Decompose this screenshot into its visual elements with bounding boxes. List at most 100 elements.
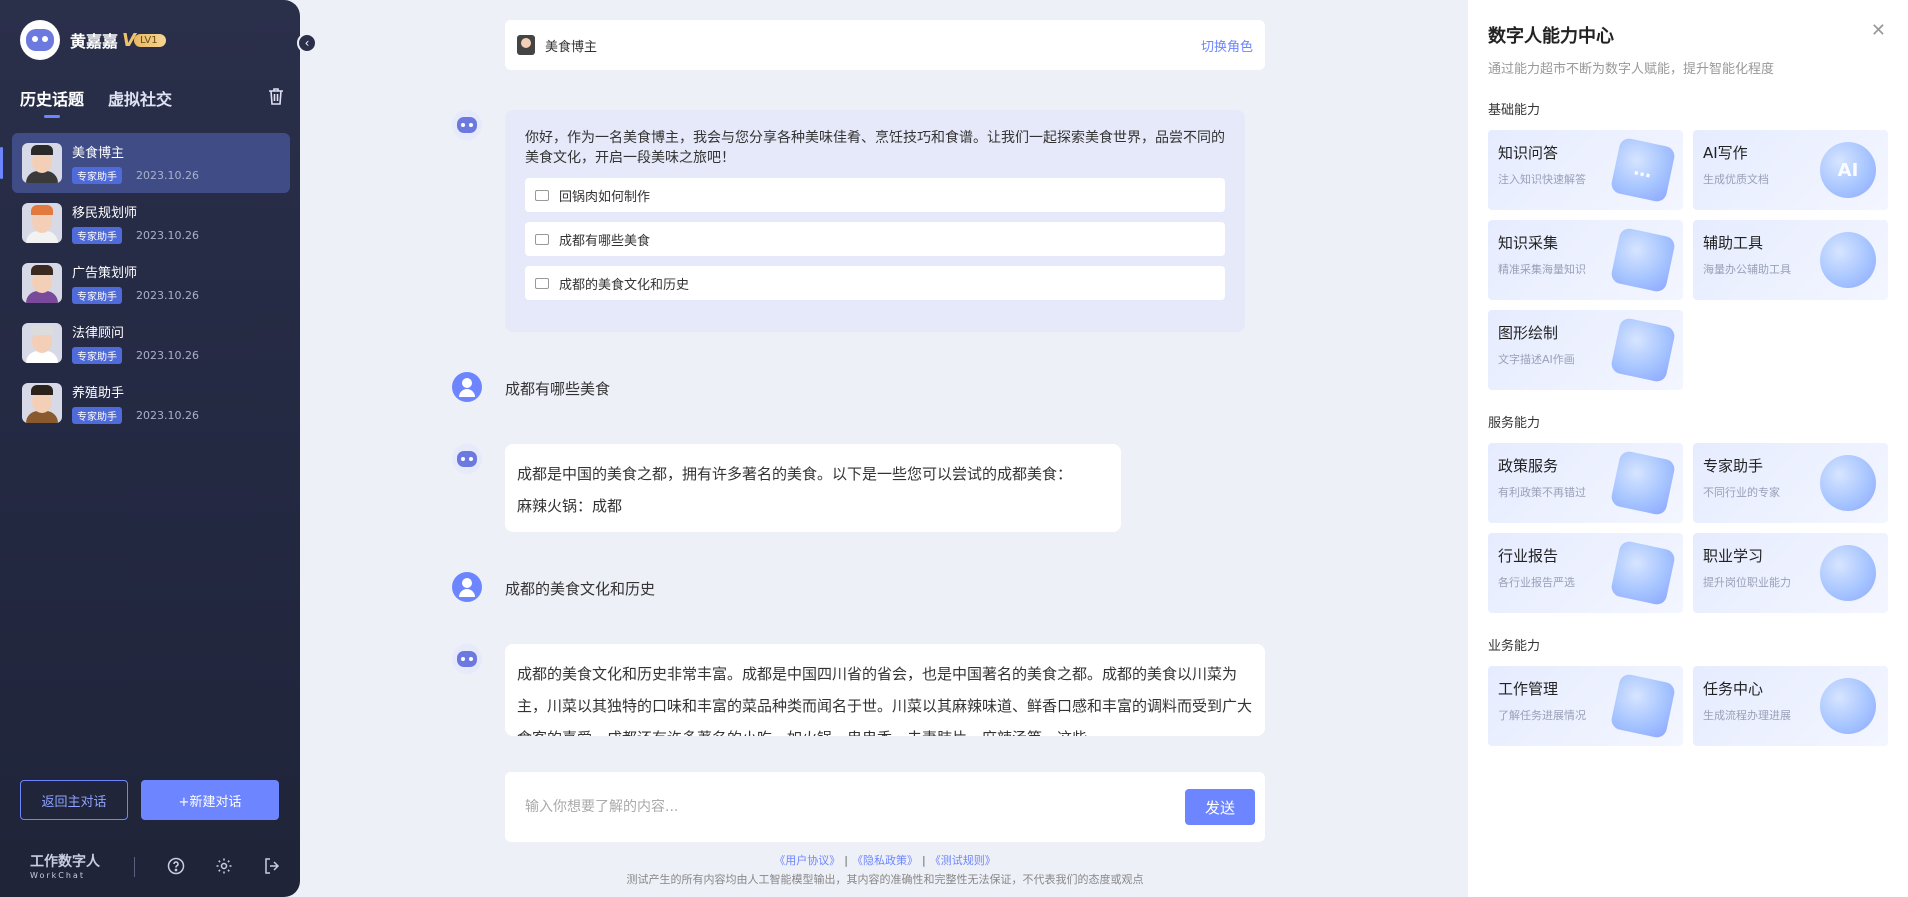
history-date: 2023.10.26 (136, 289, 199, 302)
trash-icon[interactable] (268, 87, 284, 105)
greeting-text: 你好，作为一名美食博主，我会与您分享各种美味佳肴、烹饪技巧和食谱。让我们一起探索… (525, 130, 1225, 166)
footer-divider (134, 857, 135, 877)
policy-links: 《用户协议》 | 《隐私政策》 | 《测试规则》 (774, 854, 996, 867)
capability-card[interactable]: 专家助手 不同行业的专家 (1693, 443, 1888, 523)
avatar (22, 143, 62, 183)
suggestion-label: 成都的美食文化和历史 (559, 277, 690, 293)
bot-avatar (452, 444, 482, 474)
avatar (22, 263, 62, 303)
chat-input[interactable] (525, 799, 1185, 815)
capability-grid: 政策服务 有利政策不再错过 专家助手 不同行业的专家 行业报告 各行业报告严选 职业学习 提升… (1488, 443, 1888, 613)
brand-name: 工作数字人 (30, 854, 100, 870)
bot-avatar (452, 644, 482, 674)
capability-illustration-icon (1820, 545, 1876, 601)
privacy-policy-link[interactable]: 《隐私政策》 (852, 854, 918, 867)
user-message: 成都有哪些美食 (505, 380, 611, 398)
chat-header: 美食博主 切换角色 (505, 20, 1265, 70)
gear-icon[interactable] (215, 857, 233, 875)
greeting-card: 你好，作为一名美食博主，我会与您分享各种美味佳肴、烹饪技巧和食谱。让我们一起探索… (505, 110, 1245, 332)
capability-illustration-icon (1609, 449, 1677, 517)
section-title: 基础能力 (1488, 103, 1541, 118)
logout-icon[interactable] (263, 857, 281, 875)
suggestion-item[interactable]: 成都有哪些美食 (525, 222, 1225, 256)
history-item[interactable]: 美食博主 专家助手 2023.10.26 (0, 133, 290, 193)
capability-illustration-icon (1609, 672, 1677, 740)
capability-card[interactable]: 工作管理 了解任务进展情况 (1488, 666, 1683, 746)
switch-role-link[interactable]: 切换角色 (1201, 36, 1253, 55)
user-avatar (452, 372, 482, 402)
capability-illustration-icon (1609, 226, 1677, 294)
expert-badge: 专家助手 (72, 167, 122, 184)
suggestion-label: 回锅肉如何制作 (559, 189, 651, 205)
robot-icon (457, 451, 477, 467)
history-date: 2023.10.26 (136, 349, 199, 362)
suggestion-label: 成都有哪些美食 (559, 233, 651, 249)
capability-card[interactable]: 知识问答 注入知识快速解答… (1488, 130, 1683, 210)
capability-card[interactable]: 图形绘制 文字描述AI作画 (1488, 310, 1683, 390)
close-icon[interactable]: ✕ (1871, 20, 1886, 41)
brand-logo: 工作数字人 WorkChat (30, 855, 100, 880)
capability-illustration-icon (1820, 678, 1876, 734)
capability-card[interactable]: 知识采集 精准采集海量知识 (1488, 220, 1683, 300)
user-profile[interactable]: 黄嘉嘉 V LV1 (20, 20, 166, 60)
user-message: 成都的美食文化和历史 (505, 580, 656, 598)
current-role: 美食博主 (545, 39, 598, 55)
collapse-sidebar-button[interactable]: ‹ (297, 33, 317, 53)
bot-message: 成都是中国的美食之都，拥有许多著名的美食。以下是一些您可以尝试的成都美食： 麻辣… (505, 444, 1121, 532)
test-rules-link[interactable]: 《测试规则》 (930, 854, 996, 867)
history-title: 养殖助手 (72, 386, 125, 401)
capability-illustration-icon: … (1609, 136, 1677, 204)
user-agreement-link[interactable]: 《用户协议》 (774, 854, 840, 867)
chat-bubble-icon (535, 277, 549, 289)
section-title: 业务能力 (1488, 639, 1541, 654)
history-title: 广告策划师 (72, 266, 138, 281)
disclaimer: 测试产生的所有内容均由人工智能模型输出，其内容的准确性和完整性无法保证，不代表我… (626, 873, 1144, 886)
chat-bubble-icon (535, 189, 549, 201)
bot-avatar (452, 110, 482, 140)
history-date: 2023.10.26 (136, 229, 199, 242)
expert-badge: 专家助手 (72, 287, 122, 304)
bot-message: 成都的美食文化和历史非常丰富。成都是中国四川省的省会，也是中国著名的美食之都。成… (505, 644, 1265, 736)
expert-badge: 专家助手 (72, 407, 122, 424)
sidebar-tabs: 历史话题 虚拟社交 (20, 86, 196, 118)
capability-card[interactable]: 职业学习 提升岗位职业能力 (1693, 533, 1888, 613)
history-title: 移民规划师 (72, 206, 138, 221)
avatar (22, 203, 62, 243)
capability-illustration-icon (1820, 232, 1876, 288)
history-item[interactable]: 移民规划师专家助手 2023.10.26 (12, 193, 290, 253)
capability-grid: 工作管理 了解任务进展情况 任务中心 生成流程办理进展 (1488, 666, 1888, 746)
tab-history[interactable]: 历史话题 (20, 86, 84, 118)
history-item[interactable]: 广告策划师专家助手 2023.10.26 (12, 253, 290, 313)
history-item[interactable]: 养殖助手 专家助手 2023.10.26 (12, 373, 290, 433)
capability-card[interactable]: 任务中心 生成流程办理进展 (1693, 666, 1888, 746)
capability-card[interactable]: 行业报告 各行业报告严选 (1488, 533, 1683, 613)
tab-virtual-social[interactable]: 虚拟社交 (108, 86, 172, 118)
chat-bubble-icon (535, 233, 549, 245)
new-chat-button[interactable]: +新建对话 (141, 780, 279, 820)
capability-card[interactable]: AI写作 生成优质文档 AI (1693, 130, 1888, 210)
history-item[interactable]: 法律顾问专家助手 2023.10.26 (12, 313, 290, 373)
capability-panel: 数字人能力中心 通过能力超市不断为数字人赋能，提升智能化程度 ✕ 基础能力 知识问… (1468, 0, 1908, 897)
capability-grid: 知识问答 注入知识快速解答… AI写作 生成优质文档 AI 知识采集 精准采集海量知识 辅助工… (1488, 130, 1888, 390)
suggestion-item[interactable]: 回锅肉如何制作 (525, 178, 1225, 212)
help-icon[interactable] (167, 857, 185, 875)
user-avatar (452, 572, 482, 602)
history-title: 法律顾问 (72, 326, 125, 341)
avatar (20, 20, 60, 60)
history-list: 美食博主 专家助手 2023.10.26 移民规划师 专家助手 2023.10.26 广告策… (0, 133, 290, 433)
expert-badge: 专家助手 (72, 227, 122, 244)
expert-badge: 专家助手 (72, 347, 122, 364)
avatar (22, 383, 62, 423)
user-name: 黄嘉嘉 (70, 32, 119, 51)
avatar (22, 323, 62, 363)
panel-title: 数字人能力中心 (1488, 26, 1614, 47)
capability-card[interactable]: 辅助工具 海量办公辅助工具 (1693, 220, 1888, 300)
capability-card[interactable]: 政策服务 有利政策不再错过 (1488, 443, 1683, 523)
chevron-left-icon: ‹ (304, 36, 310, 50)
history-date: 2023.10.26 (136, 169, 199, 182)
brand-sub: WorkChat (30, 871, 85, 880)
suggestion-item[interactable]: 成都的美食文化和历史 (525, 266, 1225, 300)
send-button[interactable]: 发送 (1185, 789, 1255, 825)
role-avatar (517, 35, 535, 55)
back-to-main-button[interactable]: 返回主对话 (20, 780, 128, 820)
